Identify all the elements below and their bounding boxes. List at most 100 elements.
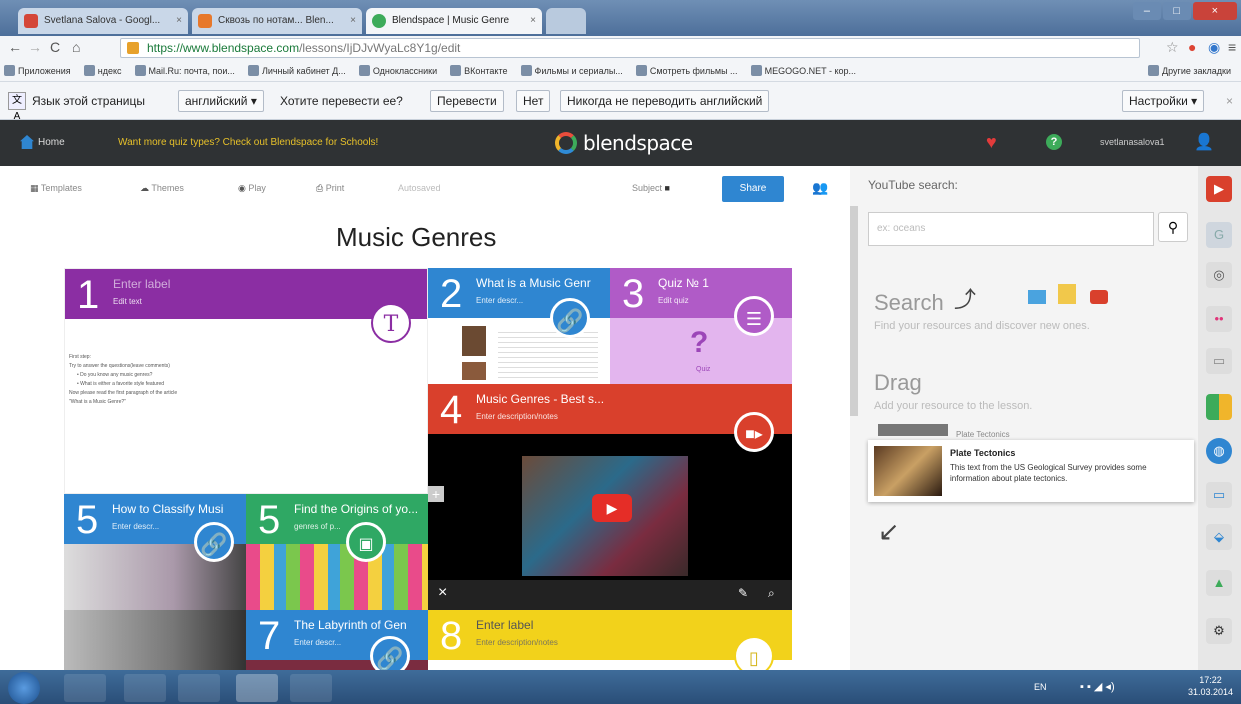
username-link[interactable]: svetlanasalova1 [1100,137,1165,147]
collaborators-icon[interactable]: 👥 [812,180,828,196]
camera-icon[interactable]: ◎ [1206,262,1232,288]
article-thumbnail [462,326,486,356]
ie-icon[interactable] [64,674,106,702]
tray-icons[interactable]: ▪ ▪ ◢ ◂) [1080,680,1115,693]
lesson-tile-2[interactable]: 2 What is a Music Genr Enter descr... 🔗 [428,268,610,384]
web-globe-icon[interactable]: ◍ [1206,438,1232,464]
close-icon[interactable]: × [1226,94,1233,108]
lesson-tile-4[interactable]: 4 Music Genres - Best s... Enter descrip… [428,384,792,610]
new-tab-button[interactable] [546,8,586,34]
never-translate-button[interactable]: Никогда не переводить английский [560,90,770,112]
media-player-icon[interactable] [178,674,220,702]
browser-tab[interactable]: Сквозь по нотам... Blen... × [192,8,362,34]
lesson-tile-7[interactable]: 7 The Labyrinth of Gen Enter descr... 🔗 [246,610,428,670]
explorer-icon[interactable] [124,674,166,702]
close-window-button[interactable]: × [1192,2,1237,20]
link-icon: 🔗 [550,298,590,338]
clock[interactable]: 17:22 31.03.2014 [1188,674,1233,698]
maximize-button[interactable]: □ [1162,2,1191,20]
bookmark[interactable]: Смотреть фильмы ... [632,60,744,81]
browser-tab-active[interactable]: Blendspace | Music Genre × [366,8,542,34]
flickr-icon[interactable]: •• [1206,306,1232,332]
bookmark-apps[interactable]: Приложения [0,60,77,81]
share-button[interactable]: Share [722,176,784,202]
browser-tab[interactable]: Svetlana Salova - Googl... × [18,8,188,34]
drag-hint: Add your resource to the lesson. [874,400,1033,412]
subject-select[interactable]: Subject ■ [632,183,670,193]
other-bookmarks[interactable]: Другие закладки [1144,60,1237,81]
minimize-button[interactable]: – [1133,2,1161,20]
extension-icon[interactable]: ● [1188,39,1196,55]
close-icon[interactable]: × [438,584,447,602]
print-button[interactable]: ⎙ Print [316,183,344,194]
close-tab-icon[interactable]: × [530,8,536,34]
bookmark[interactable]: Фильмы и сериалы... [517,60,629,81]
lesson-tile-5[interactable]: 5 How to Classify Musi Enter descr... 🔗 [64,494,246,610]
lesson-tile-8[interactable]: 8 Enter label Enter description/notes ▯ [428,610,792,670]
cd-image-tile [64,610,246,670]
close-tab-icon[interactable]: × [350,8,356,34]
menu-icon[interactable]: ≡ [1228,39,1236,55]
extension-icon[interactable]: ◉ [1208,39,1220,56]
video-icon: ■▸ [734,412,774,452]
resource-card[interactable]: Plate Tectonics This text from the US Ge… [868,440,1194,502]
language-select[interactable]: английский ▾ [178,90,264,112]
translate-question: Хотите перевести ее? [280,94,403,108]
bookmark[interactable]: Одноклассники [355,60,443,81]
add-tile-icon[interactable]: + [428,486,444,502]
monitor-icon[interactable]: ▭ [1206,482,1232,508]
reload-icon[interactable]: C [50,39,60,55]
chrome-icon[interactable] [236,674,278,702]
start-button[interactable] [8,672,40,704]
text-type-icon: T [371,303,411,343]
back-icon[interactable]: ← [8,39,22,55]
forward-icon[interactable]: → [28,39,42,55]
down-arrow-icon: ↙ [878,516,900,546]
dropbox-icon[interactable]: ⬙ [1206,524,1232,550]
translate-button[interactable]: Перевести [430,90,504,112]
lesson-title[interactable]: Music Genres [336,222,496,253]
blendspace-logo[interactable]: blendspace [555,131,693,155]
search-button[interactable]: ⚲ [1158,212,1188,242]
drive-icon[interactable]: ▲ [1206,570,1232,596]
lesson-tile-3[interactable]: 3 Quiz № 1 Edit quiz ☰ ? Quiz [610,268,792,384]
zoom-icon[interactable]: ⌕ [768,586,775,601]
help-icon[interactable]: ? [1046,134,1062,150]
heart-icon[interactable]: ♥ [986,132,997,153]
themes-button[interactable]: ☁ Themes [140,183,184,194]
settings-icon[interactable]: ⚙ [1206,618,1232,644]
canvas-scrollbar[interactable] [850,206,858,416]
edit-icon[interactable]: ✎ [738,586,748,600]
language-indicator[interactable]: EN [1034,682,1047,692]
bookmark[interactable]: ВКонтакте [446,60,513,81]
home-icon[interactable] [20,135,34,149]
home-icon[interactable]: ⌂ [72,39,80,55]
resource-type-rail: ▶ G ◎ •• ▭ ◍ ▭ ⬙ ▲ ⚙ [1198,166,1241,670]
url-input[interactable]: https://www.blendspace.com/lessons/IjDJv… [120,38,1140,58]
user-icon[interactable]: 👤 [1194,132,1214,152]
bookmark[interactable]: Mail.Ru: почта, пои... [131,60,241,81]
star-icon[interactable]: ☆ [1166,39,1179,56]
templates-button[interactable]: ▦ Templates [30,183,82,194]
youtube-icon[interactable]: ▶ [1206,176,1232,202]
bookmark[interactable]: Личный кабинет Д... [244,60,352,81]
lesson-tile-6[interactable]: 5 Find the Origins of yo... genres of p.… [246,494,428,610]
play-button[interactable]: ◉ Play [238,183,266,194]
google-icon[interactable]: G [1206,222,1232,248]
play-icon[interactable]: ▶ [592,494,632,522]
slides-icon[interactable]: ▭ [1206,348,1232,374]
lesson-tile-1[interactable]: 1 Enter label Edit text T First step: Tr… [64,268,428,494]
bookmark-icon[interactable] [1206,394,1232,420]
home-link[interactable]: Home [38,137,65,148]
app-icon[interactable] [290,674,332,702]
translate-prefix: Язык этой страницы [32,94,145,108]
bookmark[interactable]: ндекс [80,60,128,81]
bookmark[interactable]: MEGOGO.NET - кор... [747,60,862,81]
question-mark-icon: ? [690,326,709,359]
promo-link[interactable]: Want more quiz types? Check out Blendspa… [118,137,378,148]
youtube-search-input[interactable]: ex: oceans [868,212,1154,246]
translate-settings-button[interactable]: Настройки ▾ [1122,90,1205,112]
close-tab-icon[interactable]: × [176,8,182,34]
no-button[interactable]: Нет [516,90,551,112]
translate-icon: 文A [8,92,26,122]
